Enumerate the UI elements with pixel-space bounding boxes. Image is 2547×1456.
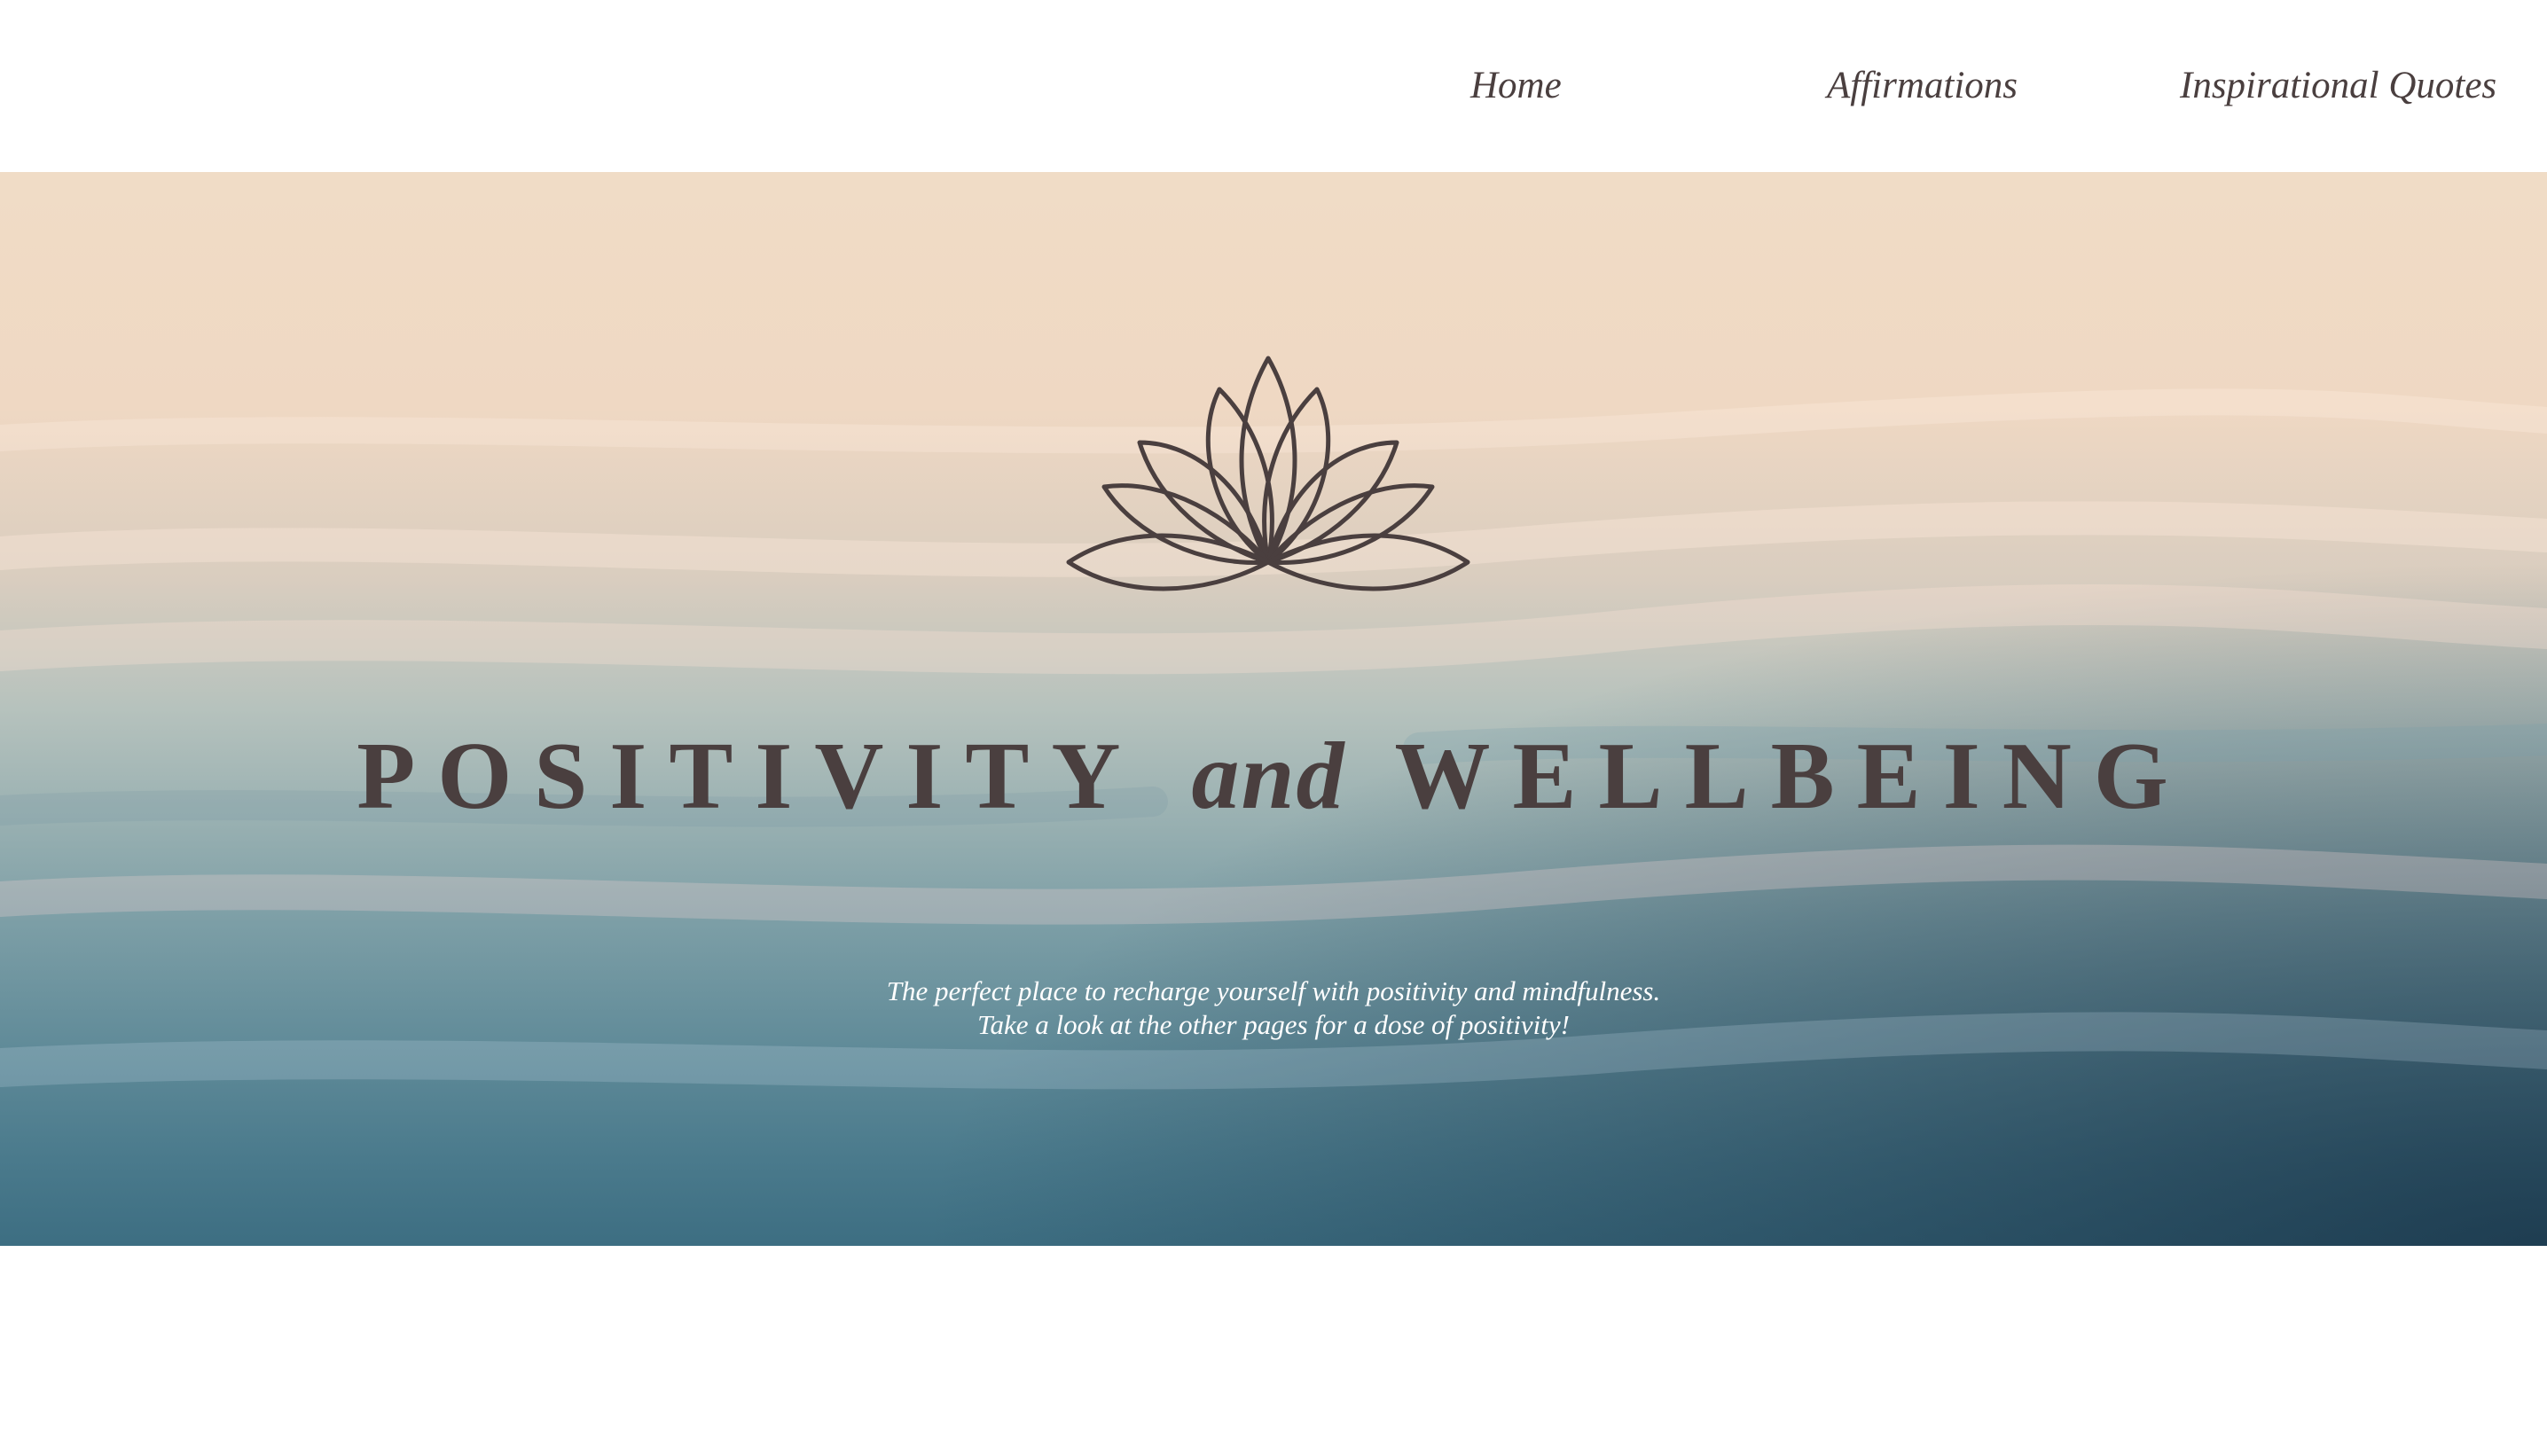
hero-banner: POSITIVITY and WELLBEING The perfect place… [0, 172, 2547, 1246]
page: Home Affirmations Inspirational Quotes P… [0, 0, 2547, 1456]
title-positivity: POSITIVITY [357, 724, 1143, 829]
tagline-line-1: The perfect place to recharge yourself w… [886, 975, 1661, 1006]
title-and: and [1191, 724, 1346, 829]
nav-link-affirmations[interactable]: Affirmations [1827, 55, 2018, 117]
site-header: Home Affirmations Inspirational Quotes [0, 0, 2547, 172]
tagline-line-2: Take a look at the other pages for a dos… [977, 1009, 1570, 1040]
lotus-icon [1066, 356, 1470, 591]
water-ripples-background [0, 388, 2547, 1090]
nav-link-inspirational-quotes[interactable]: Inspirational Quotes [2180, 55, 2496, 117]
nav-link-home[interactable]: Home [1470, 55, 1562, 117]
site-title: POSITIVITY and WELLBEING [0, 722, 2547, 832]
title-wellbeing: WELLBEING [1394, 724, 2190, 829]
